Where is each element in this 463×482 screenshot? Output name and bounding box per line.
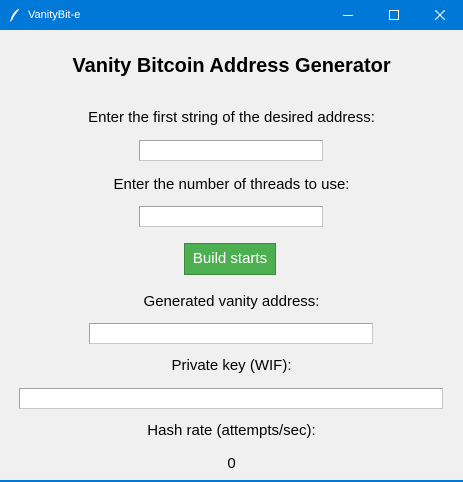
maximize-button[interactable] — [371, 0, 417, 30]
prefix-input[interactable] — [139, 140, 323, 161]
threads-label: Enter the number of threads to use: — [113, 176, 350, 193]
app-window: VanityBit-e Vanity Bitcoin Address Gener… — [0, 0, 463, 482]
close-button[interactable] — [417, 0, 463, 30]
address-label: Generated vanity address: — [143, 293, 320, 310]
threads-input[interactable] — [139, 206, 323, 227]
title-bar[interactable]: VanityBit-e — [0, 0, 463, 30]
private-key-field[interactable] — [19, 388, 443, 409]
feather-icon — [9, 8, 21, 22]
hash-rate-value: 0 — [227, 455, 236, 472]
page-title: Vanity Bitcoin Address Generator — [72, 55, 391, 77]
vanity-address-field[interactable] — [89, 323, 373, 344]
build-starts-button[interactable]: Build starts — [184, 243, 276, 275]
minimize-button[interactable] — [325, 0, 371, 30]
minimize-icon — [343, 15, 353, 16]
close-icon — [435, 10, 445, 20]
private-key-label: Private key (WIF): — [171, 357, 292, 374]
window-title: VanityBit-e — [28, 9, 81, 21]
maximize-icon — [389, 10, 399, 20]
hash-rate-label: Hash rate (attempts/sec): — [147, 422, 316, 439]
prefix-label: Enter the first string of the desired ad… — [88, 109, 375, 126]
